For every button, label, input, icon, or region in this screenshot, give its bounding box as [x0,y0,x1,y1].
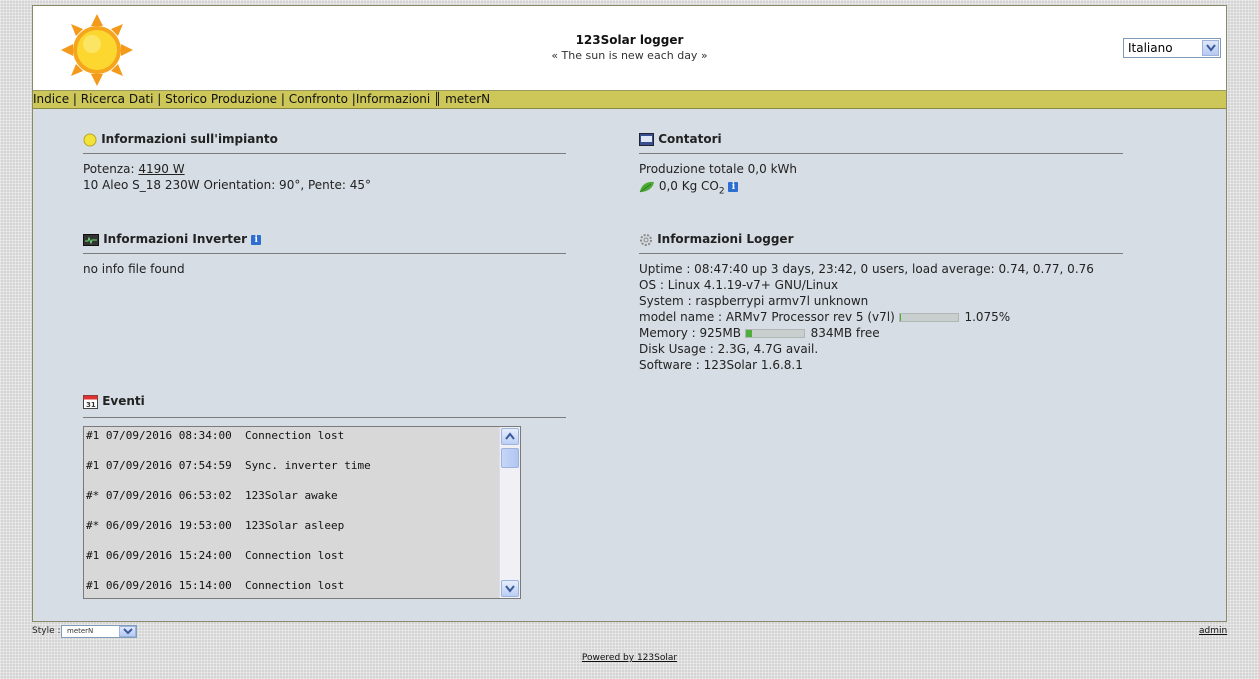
disk-usage: Disk Usage : 2.3G, 4.7G avail. [639,342,819,356]
chevron-down-icon[interactable] [119,626,136,637]
leaf-icon [639,181,654,192]
events-scrollbar[interactable] [499,427,520,598]
menu-item-informazioni[interactable]: Informazioni [356,92,430,106]
inverter-monitor-icon [83,233,99,246]
counter-icon [639,133,654,146]
yellow-dot-icon [83,133,97,146]
memory-free: 834MB free [810,326,880,340]
info-icon[interactable]: i [728,181,739,192]
menu-item-metern[interactable]: meterN [445,92,490,106]
cpu-model: model name : ARMv7 Processor rev 5 (v7l) [639,310,895,324]
powered-by-link[interactable]: Powered by 123Solar [582,653,677,663]
info-icon[interactable]: i [251,234,262,245]
language-select-value: Italiano [1128,41,1173,55]
cpu-percent: 1.075% [964,310,1011,324]
divider [83,153,566,154]
menu-item-confronto[interactable]: Confronto [289,92,348,106]
menu-item-ricerca-dati[interactable]: Ricerca Dati [81,92,154,106]
eventi-title-text: Eventi [102,394,145,408]
style-select-value: meterN [67,627,94,635]
co2-line: 0,0 Kg CO2 i [639,179,739,197]
inverter-section-title: Informazioni Inverter i [83,232,262,246]
style-select[interactable]: meterN [61,625,137,638]
tagline: « The sun is new each day » [551,49,708,62]
event-row: #1 07/09/2016 08:34:00 Connection lost [86,429,345,442]
contatori-title-text: Contatori [658,132,722,146]
event-row: #1 06/09/2016 15:14:00 Connection lost [86,579,345,592]
header: 123Solar logger « The sun is new each da… [33,6,1226,91]
calendar-icon: 31 [83,395,98,409]
inverter-info: no info file found [83,262,185,276]
logger-title-text: Informazioni Logger [657,232,794,246]
admin-link[interactable]: admin [1199,626,1227,636]
main-panel: 123Solar logger « The sun is new each da… [32,5,1227,622]
scrollbar-thumb[interactable] [501,448,519,468]
uptime: Uptime : 08:47:40 up 3 days, 23:42, 0 us… [639,262,1094,276]
language-select[interactable]: Italiano [1123,38,1221,58]
event-row: #1 06/09/2016 15:24:00 Connection lost [86,549,345,562]
memory-usage-bar [744,329,805,338]
nav-menu: Indice | Ricerca Dati | Storico Produzio… [33,91,1226,109]
eventi-section-title: 31 Eventi [83,394,145,409]
co2-value: 0,0 Kg CO [658,179,719,193]
power-line: Potenza: 4190 W [83,162,185,176]
style-label: Style : [32,626,61,636]
impianto-section-title: Informazioni sull'impianto [83,132,278,147]
contatori-section-title: Contatori [639,132,722,146]
events-list-box[interactable]: #1 07/09/2016 08:34:00 Connection lost #… [83,426,521,599]
powered-by: Powered by 123Solar [0,653,1259,663]
scroll-up-icon[interactable] [501,428,519,445]
power-value-link[interactable]: 4190 W [138,162,184,176]
cpu-usage-fill [899,314,901,321]
svg-text:31: 31 [86,401,96,409]
events-list[interactable]: #1 07/09/2016 08:34:00 Connection lost #… [84,427,500,598]
event-row: #* 06/09/2016 19:53:00 123Solar asleep [86,519,345,532]
menu-item-storico-produzione[interactable]: Storico Produzione [165,92,277,106]
memory-total: Memory : 925MB [639,326,741,340]
event-row: #1 07/09/2016 07:54:59 Sync. inverter ti… [86,459,371,472]
memory-line: Memory : 925MB 834MB free [639,326,880,340]
os-info: OS : Linux 4.1.19-v7+ GNU/Linux [639,278,839,292]
gear-icon [640,233,652,246]
impianto-title-text: Informazioni sull'impianto [101,132,278,146]
chevron-down-icon[interactable] [1202,40,1219,56]
memory-usage-fill [745,330,752,337]
menu-item-indice[interactable]: Indice [33,92,69,106]
inverter-title-text: Informazioni Inverter [103,232,248,246]
plant-description: 10 Aleo S_18 230W Orientation: 90°, Pent… [83,178,371,192]
power-label: Potenza: [83,162,135,176]
divider [639,253,1123,254]
total-production: Produzione totale 0,0 kWh [639,162,797,176]
cpu-line: model name : ARMv7 Processor rev 5 (v7l)… [639,310,1010,324]
divider [83,253,566,254]
system-info: System : raspberrypi armv7l unknown [639,294,869,308]
divider [83,417,566,418]
co2-subscript: 2 [718,186,725,197]
logger-section-title: Informazioni Logger [639,232,793,247]
divider [639,153,1123,154]
cpu-usage-bar [898,313,959,322]
event-row: #* 07/09/2016 06:53:02 123Solar awake [86,489,338,502]
software-version: Software : 123Solar 1.6.8.1 [639,358,803,372]
page-title: 123Solar logger [575,33,684,47]
scroll-down-icon[interactable] [501,580,519,597]
